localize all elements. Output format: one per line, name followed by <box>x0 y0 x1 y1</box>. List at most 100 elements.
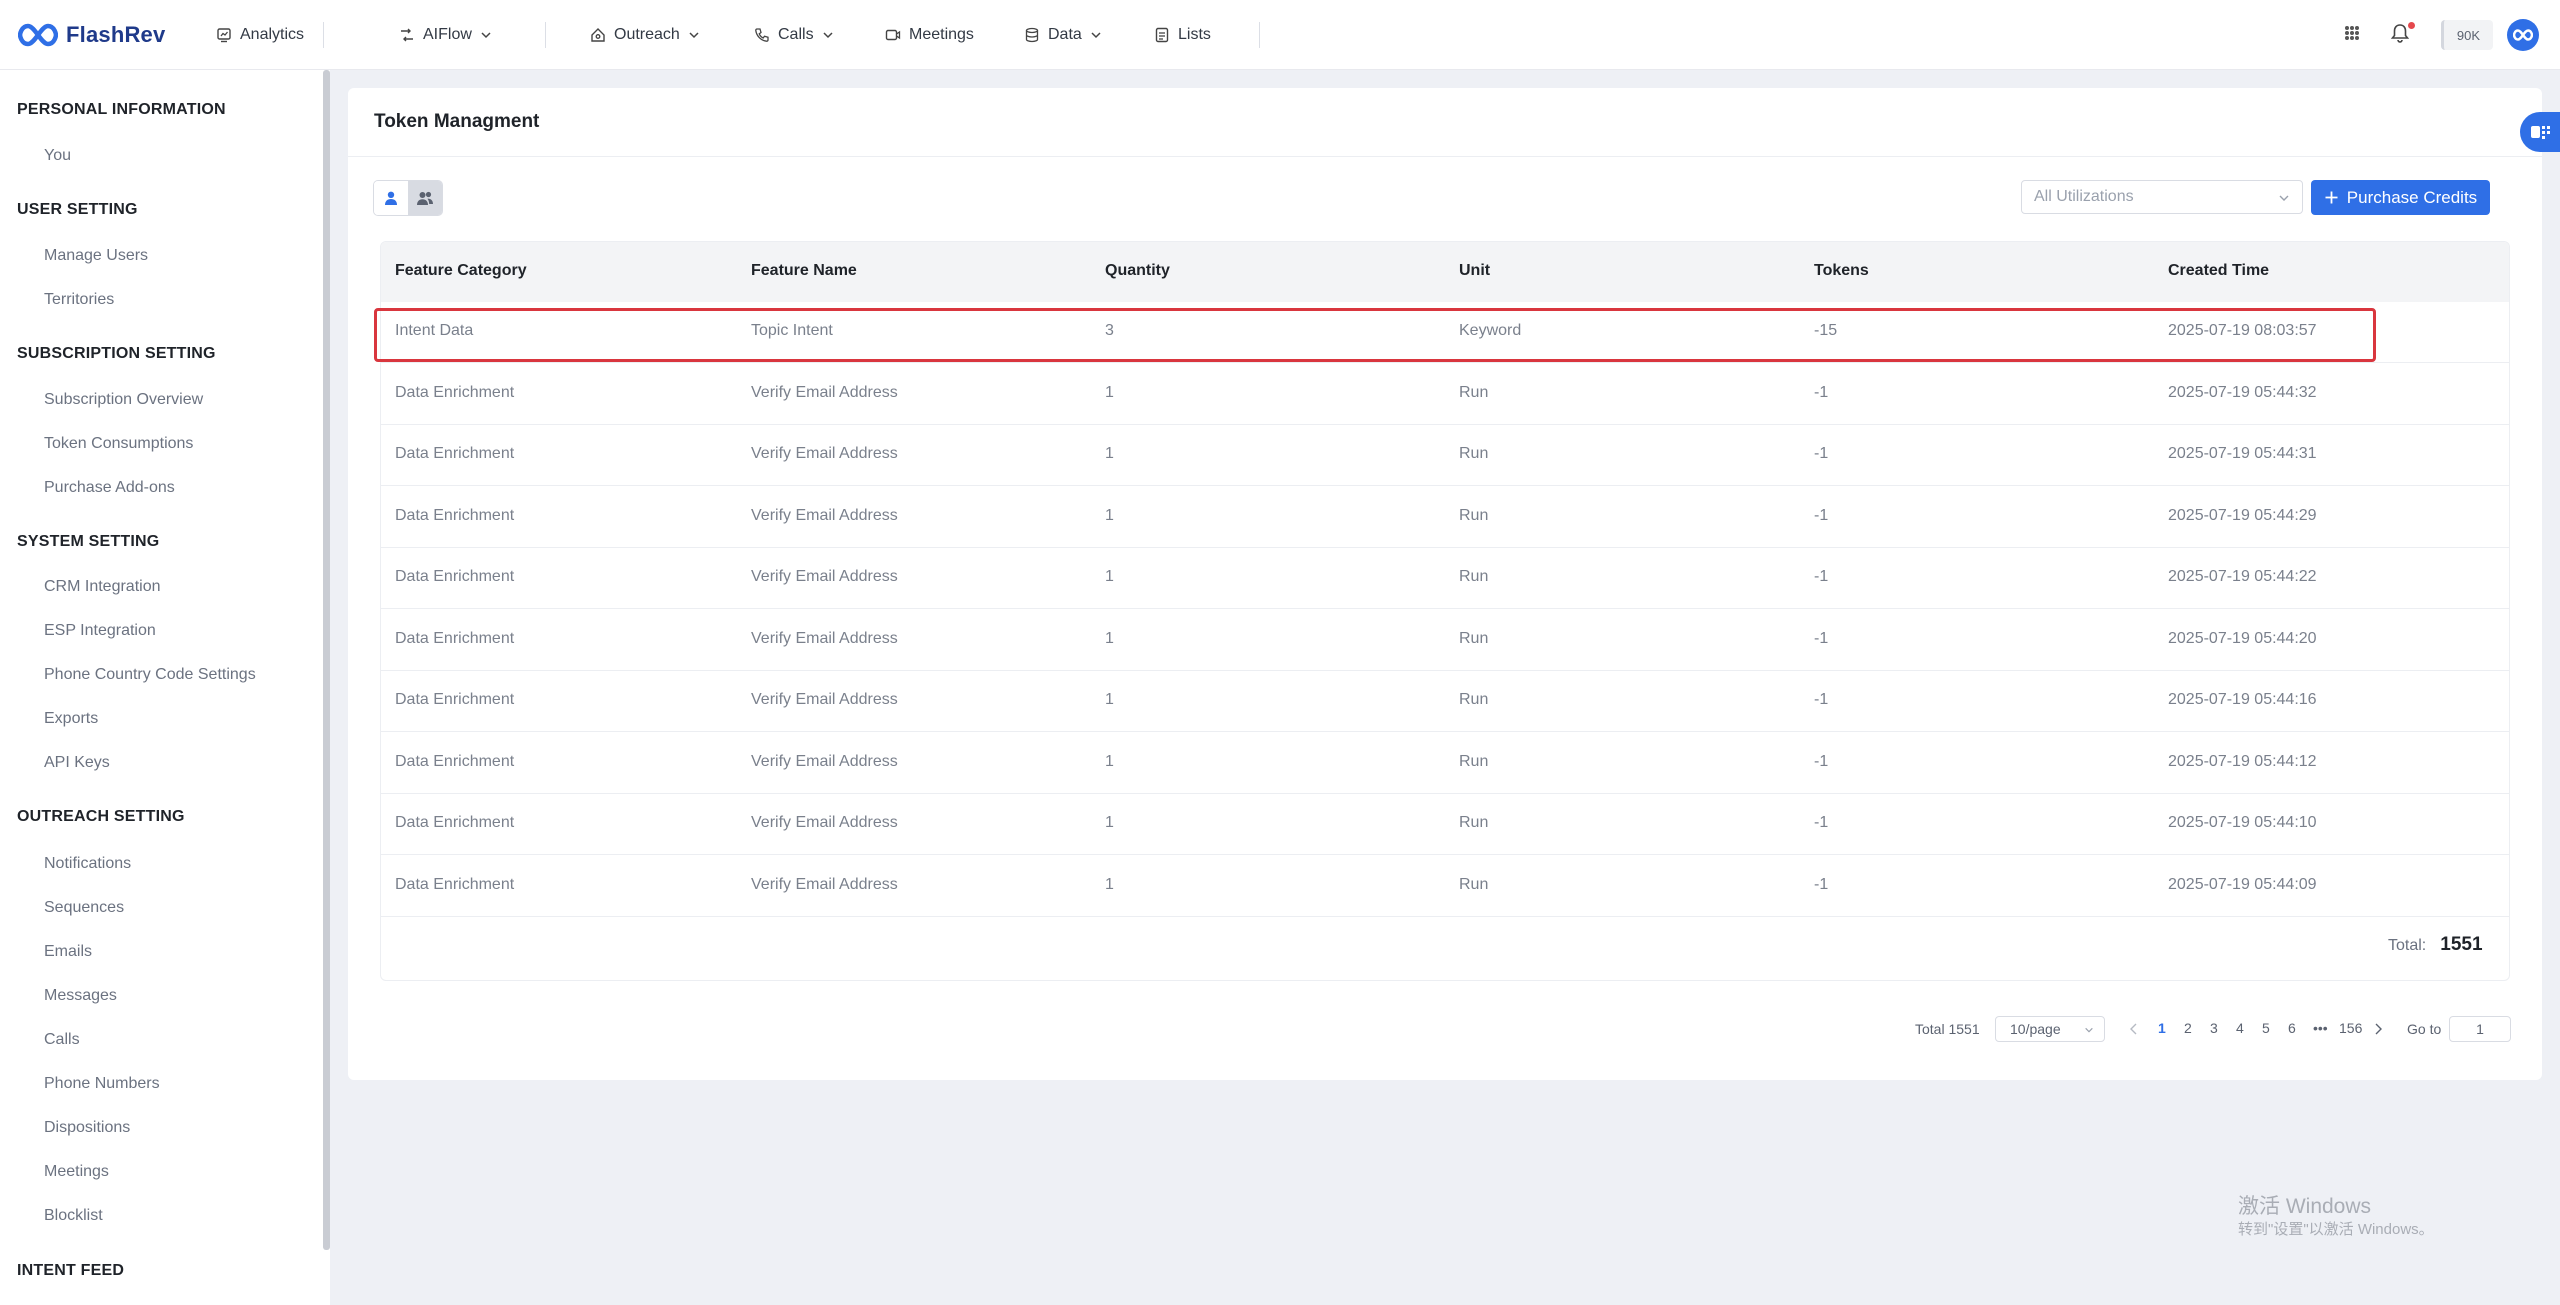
page-title: Token Managment <box>374 111 540 132</box>
next-page-icon[interactable] <box>2373 1023 2383 1035</box>
nav-calls[interactable]: Calls <box>754 20 834 50</box>
cell-feature-name: Topic Intent <box>751 322 833 339</box>
cell-unit: Run <box>1459 814 1489 831</box>
windows-activation-watermark-subtitle: 转到"设置"以激活 Windows。 <box>2238 1221 2434 1238</box>
cell-created-time: 2025-07-19 05:44:10 <box>2168 814 2317 831</box>
nav-divider <box>545 22 546 48</box>
cell-tokens: -15 <box>1814 322 1838 339</box>
sidebar-section-system-setting: SYSTEM SETTING <box>17 533 160 550</box>
page-number[interactable]: 3 <box>2210 1020 2218 1036</box>
sidebar-item-calls[interactable]: Calls <box>44 1031 80 1049</box>
nav-meetings[interactable]: Meetings <box>885 20 974 50</box>
nav-data-label: Data <box>1048 26 1082 43</box>
sidebar-item-phone-country-code-settings[interactable]: Phone Country Code Settings <box>44 666 256 684</box>
pagination-total: Total 1551 <box>1915 1021 1980 1037</box>
sidebar-section-intent-feed[interactable]: INTENT FEED <box>17 1262 124 1280</box>
goto-page-input[interactable] <box>2449 1016 2511 1042</box>
page-number[interactable]: 1 <box>2158 1020 2166 1036</box>
table-row[interactable]: Data Enrichment Verify Email Address 1 Run -… <box>381 794 2509 855</box>
personal-view-toggle[interactable] <box>374 181 408 215</box>
sidebar-item-esp-integration[interactable]: ESP Integration <box>44 622 156 640</box>
nav-lists[interactable]: Lists <box>1154 20 1211 50</box>
chevron-down-icon <box>823 32 833 39</box>
total-label: Total: <box>2388 937 2427 954</box>
cell-feature-name: Verify Email Address <box>751 568 898 585</box>
windows-activation-watermark-title: 激活 Windows <box>2238 1195 2372 1218</box>
cell-feature-name: Verify Email Address <box>751 875 898 893</box>
cell-unit: Run <box>1459 506 1489 524</box>
sidebar-item-blocklist[interactable]: Blocklist <box>44 1207 103 1225</box>
cell-created-time: 2025-07-19 05:44:31 <box>2168 445 2317 462</box>
sidebar-item-phone-numbers[interactable]: Phone Numbers <box>44 1075 160 1093</box>
sidebar-section-subscription-setting: SUBSCRIPTION SETTING <box>17 345 216 362</box>
team-view-toggle[interactable] <box>408 181 442 215</box>
page-size-select[interactable]: 10/page <box>1995 1016 2105 1042</box>
page-number[interactable]: 156 <box>2339 1020 2362 1036</box>
sidebar-item-you[interactable]: You <box>44 147 71 165</box>
app-logo[interactable]: FlashRev <box>18 22 165 48</box>
outreach-icon <box>591 28 605 42</box>
sidebar-item-purchase-add-ons[interactable]: Purchase Add-ons <box>44 479 175 497</box>
cell-feature-category: Data Enrichment <box>395 629 515 647</box>
cell-unit: Run <box>1459 383 1489 401</box>
cell-unit: Run <box>1459 629 1489 647</box>
table-row[interactable]: Data Enrichment Verify Email Address 1 Run -… <box>381 363 2509 425</box>
sidebar-item-subscription-overview[interactable]: Subscription Overview <box>44 391 203 409</box>
table-row[interactable]: Data Enrichment Verify Email Address 1 Run -… <box>381 732 2509 794</box>
sidebar-item-emails[interactable]: Emails <box>44 943 92 961</box>
infinity-logo-icon <box>2513 29 2533 41</box>
table-row[interactable]: Data Enrichment Verify Email Address 1 Run -… <box>381 609 2509 671</box>
notification-dot <box>2408 22 2415 29</box>
cell-tokens: -1 <box>1814 383 1829 401</box>
nav-meetings-label: Meetings <box>909 26 974 43</box>
sidebar-item-api-keys[interactable]: API Keys <box>44 754 110 772</box>
previous-page-icon[interactable] <box>2129 1023 2139 1035</box>
table-row[interactable]: Data Enrichment Verify Email Address 1 Run -… <box>381 671 2509 732</box>
page-number[interactable]: 5 <box>2262 1020 2270 1036</box>
page-number[interactable]: 6 <box>2288 1020 2296 1036</box>
table-row[interactable]: Data Enrichment Verify Email Address 1 Run -… <box>381 548 2509 609</box>
sidebar-item-token-consumptions[interactable]: Token Consumptions <box>44 435 193 453</box>
cell-feature-category: Data Enrichment <box>395 383 515 401</box>
sidebar-item-sequences[interactable]: Sequences <box>44 899 124 917</box>
view-toggle <box>373 180 443 216</box>
table-row[interactable]: Intent Data Topic Intent 3 Keyword -15 2025-0… <box>381 302 2509 363</box>
sidebar-item-crm-integration[interactable]: CRM Integration <box>44 578 161 596</box>
sidebar-item-dispositions[interactable]: Dispositions <box>44 1119 130 1137</box>
sidebar-item-meetings[interactable]: Meetings <box>44 1163 109 1181</box>
grid-widget-icon <box>2531 126 2550 139</box>
utilization-filter-select[interactable]: All Utilizations <box>2021 180 2303 214</box>
nav-data[interactable]: Data <box>1024 20 1102 50</box>
page-number[interactable]: 4 <box>2236 1020 2244 1036</box>
analytics-icon <box>217 28 231 43</box>
cell-unit: Run <box>1459 691 1489 708</box>
sidebar-section-user-setting: USER SETTING <box>17 201 138 218</box>
apps-grid-icon[interactable] <box>2341 22 2363 44</box>
user-icon <box>385 191 397 205</box>
card-header-divider <box>348 156 2542 157</box>
purchase-credits-button[interactable]: Purchase Credits <box>2311 180 2490 215</box>
cell-quantity: 1 <box>1105 383 1114 401</box>
avatar[interactable] <box>2507 19 2539 51</box>
sidebar-item-messages[interactable]: Messages <box>44 987 117 1005</box>
sidebar-item-exports[interactable]: Exports <box>44 710 98 728</box>
cell-tokens: -1 <box>1814 445 1829 462</box>
pagination-ellipsis[interactable]: ••• <box>2313 1020 2328 1036</box>
sidebar-item-manage-users[interactable]: Manage Users <box>44 247 148 265</box>
cell-tokens: -1 <box>1814 568 1829 585</box>
credits-badge[interactable]: 90K <box>2441 20 2493 50</box>
sidebar-scrollbar[interactable] <box>323 70 330 1250</box>
sidebar-item-notifications[interactable]: Notifications <box>44 855 131 873</box>
table-row[interactable]: Data Enrichment Verify Email Address 1 Run -… <box>381 855 2509 917</box>
table-row[interactable]: Data Enrichment Verify Email Address 1 Run -… <box>381 425 2509 486</box>
nav-outreach[interactable]: Outreach <box>590 20 700 50</box>
nav-analytics[interactable]: Analytics <box>216 20 304 50</box>
cell-created-time: 2025-07-19 05:44:20 <box>2168 629 2317 647</box>
cell-unit: Run <box>1459 445 1489 462</box>
sidebar-item-territories[interactable]: Territories <box>44 291 114 309</box>
floating-assistant-button[interactable] <box>2520 112 2560 152</box>
cell-feature-name: Verify Email Address <box>751 752 898 770</box>
nav-aiflow[interactable]: AIFlow <box>399 20 492 50</box>
table-row[interactable]: Data Enrichment Verify Email Address 1 Run -… <box>381 486 2509 548</box>
page-number[interactable]: 2 <box>2184 1020 2192 1036</box>
